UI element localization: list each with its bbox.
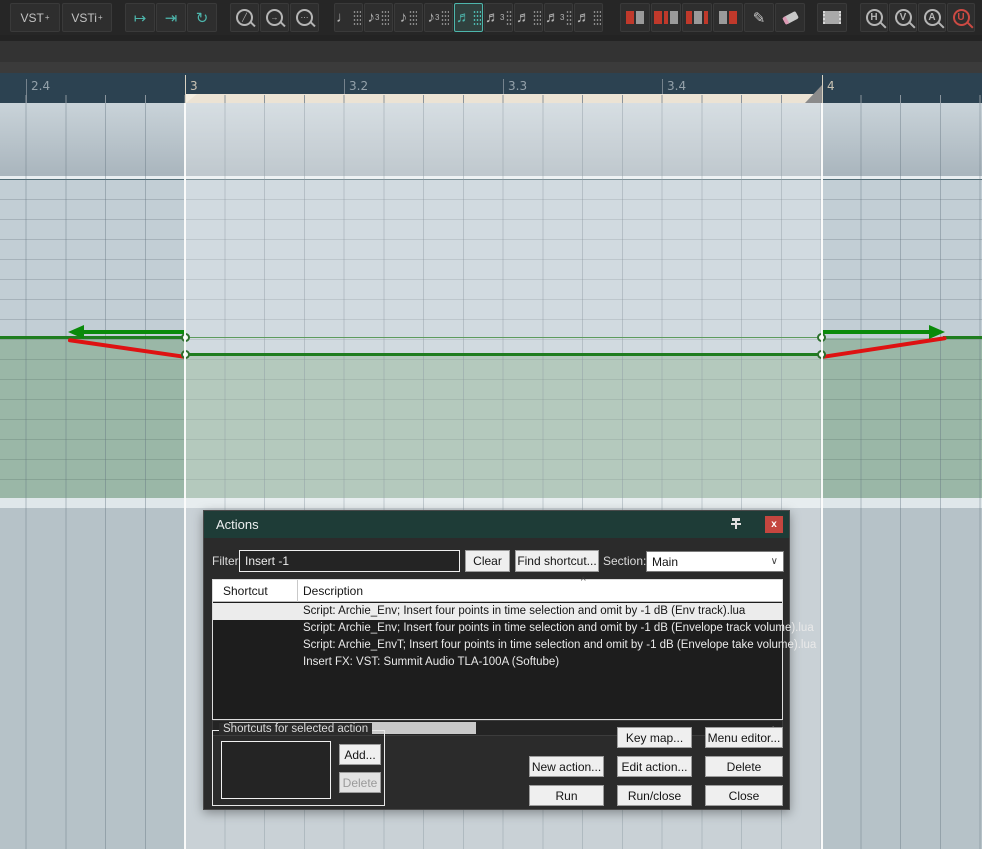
dialog-titlebar[interactable]: Actions x: [204, 511, 789, 538]
key-map-button[interactable]: Key map...: [617, 727, 692, 748]
eraser-icon[interactable]: [775, 3, 805, 32]
envelope-segment-left[interactable]: [0, 336, 186, 339]
grid-thirtysecond-triplet-button[interactable]: ♬ 3: [484, 3, 513, 32]
close-icon[interactable]: x: [765, 516, 783, 533]
reaper-window: VST + VSTi + ↦ ⇥ ↻ ╱ → ⋯ ♩ ♪ 3 ♪ ♪ 3 ♬ ♬ 3 ♬ …: [0, 0, 982, 849]
list-header: Shortcut Description ^: [213, 576, 782, 602]
grid-sixteenth-triplet-button[interactable]: ♪ 3: [424, 3, 453, 32]
section-value: Main: [652, 554, 679, 569]
run-close-button[interactable]: Run/close: [617, 785, 692, 806]
pencil-icon[interactable]: ✎: [744, 3, 774, 32]
groupbox-label: Shortcuts for selected action: [219, 723, 373, 735]
edit-action-button[interactable]: Edit action...: [617, 756, 692, 777]
track-media-lane[interactable]: [0, 103, 982, 176]
vst-button[interactable]: VST +: [10, 3, 60, 32]
grid-thirtysecond-note-button[interactable]: ♬: [514, 3, 543, 32]
action-list[interactable]: Shortcut Description ^ Script: Archie_En…: [212, 576, 816, 720]
delete-action-button[interactable]: Delete: [705, 756, 783, 777]
timeline-ruler[interactable]: 2.4 3 3.2 3.3 3.4 4: [0, 73, 982, 103]
run-button[interactable]: Run: [529, 785, 604, 806]
sort-indicator-icon: ^: [581, 576, 586, 587]
split-right-icon[interactable]: [713, 3, 743, 32]
add-shortcut-button[interactable]: Add...: [339, 744, 381, 765]
selection-start-marker[interactable]: [186, 94, 197, 103]
shortcut-listbox[interactable]: [221, 741, 331, 799]
clear-button[interactable]: Clear: [465, 550, 510, 572]
actions-dialog: Actions x Filter: Clear Find shortcut...…: [203, 510, 816, 810]
magnifier-a-icon: A: [923, 9, 945, 29]
lane-separator-2: [0, 498, 982, 508]
section-label: Section:: [603, 554, 647, 568]
magnifier-u-icon: U: [952, 9, 974, 29]
grid-sixtyfourth-triplet-button[interactable]: ♬ 3: [544, 3, 573, 32]
arrow-right-shaft: [822, 330, 930, 334]
split-left-icon[interactable]: [682, 3, 712, 32]
cycle-loop-icon[interactable]: ↻: [187, 3, 217, 32]
action-row[interactable]: Script: Archie_EnvT; Insert four points …: [213, 637, 816, 654]
grid-sixteenth-note-button-selected[interactable]: ♬: [454, 3, 483, 32]
ruler-ticks: [0, 95, 982, 103]
zoom-undo-button[interactable]: U: [947, 3, 975, 32]
magnifier-v-icon: V: [894, 9, 916, 29]
docker-strip: [0, 41, 982, 62]
grid-dots-icon: [353, 10, 361, 25]
trim-both-icon[interactable]: [651, 3, 681, 32]
grid-eighth-triplet-button[interactable]: ♪ 3: [364, 3, 393, 32]
zoom-vertical-button[interactable]: V: [889, 3, 917, 32]
arrow-left-icon: [68, 325, 84, 339]
loop-off-icon[interactable]: ╱: [230, 3, 259, 32]
docker-strip-2: [0, 62, 982, 73]
filter-input[interactable]: [239, 550, 460, 572]
action-row-selected[interactable]: Script: Archie_Env; Insert four points i…: [213, 603, 782, 620]
dialog-title: Actions: [216, 517, 259, 532]
selection-end-tick: [822, 75, 823, 103]
move-edit-cursor-icon[interactable]: ↦: [125, 3, 155, 32]
section-dropdown[interactable]: Main ∨: [646, 551, 784, 572]
magnifier-h-icon: H: [865, 9, 887, 29]
selection-end-edge[interactable]: [821, 103, 823, 849]
find-shortcut-button[interactable]: Find shortcut...: [515, 550, 599, 572]
vsti-button[interactable]: VSTi +: [62, 3, 112, 32]
envelope-segment-selection[interactable]: [185, 353, 822, 356]
close-button[interactable]: Close: [705, 785, 783, 806]
selection-end-marker[interactable]: [805, 85, 822, 103]
column-description[interactable]: Description: [303, 584, 363, 598]
filter-label: Filter:: [212, 554, 242, 568]
trim-left-icon[interactable]: [620, 3, 650, 32]
grid-eighth-note-button[interactable]: ♪: [394, 3, 423, 32]
column-shortcut[interactable]: Shortcut: [223, 584, 268, 598]
grid-sixtyfourth-note-button[interactable]: ♬: [574, 3, 603, 32]
envelope-segment-right[interactable]: [943, 336, 982, 339]
shortcuts-groupbox: Shortcuts for selected action Add... Del…: [212, 723, 385, 806]
chevron-down-icon: ∨: [770, 556, 778, 567]
main-toolbar: VST + VSTi + ↦ ⇥ ↻ ╱ → ⋯ ♩ ♪ 3 ♪ ♪ 3 ♬ ♬ 3 ♬ …: [0, 0, 982, 35]
pin-icon[interactable]: [731, 518, 741, 529]
column-divider[interactable]: [297, 580, 298, 602]
loop-arrow-icon[interactable]: →: [260, 3, 289, 32]
selection-start-edge[interactable]: [184, 103, 186, 849]
envelope-reference-line: [185, 337, 822, 338]
menu-editor-button[interactable]: Menu editor...: [705, 727, 783, 748]
loop-dots-icon[interactable]: ⋯: [290, 3, 319, 32]
delete-shortcut-button[interactable]: Delete: [339, 772, 381, 793]
move-to-marker-icon[interactable]: ⇥: [156, 3, 186, 32]
zoom-horizontal-button[interactable]: H: [860, 3, 888, 32]
arrow-right-icon: [929, 325, 945, 339]
item-icon[interactable]: [817, 3, 847, 32]
action-row[interactable]: Script: Archie_Env; Insert four points i…: [213, 620, 814, 637]
arrow-left-shaft: [83, 330, 186, 334]
grid-quarter-note-button[interactable]: ♩: [334, 3, 363, 32]
new-action-button[interactable]: New action...: [529, 756, 604, 777]
action-row[interactable]: Insert FX: VST: Summit Audio TLA-100A (S…: [213, 654, 782, 671]
zoom-all-button[interactable]: A: [918, 3, 946, 32]
